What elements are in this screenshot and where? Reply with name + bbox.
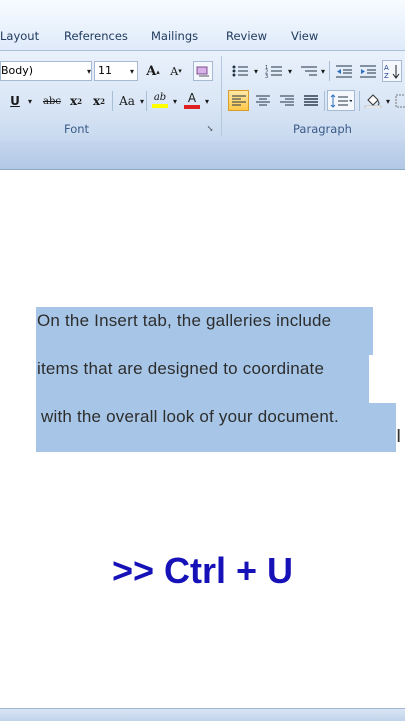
align-left-button[interactable]	[228, 90, 249, 111]
font-color-label: A	[187, 90, 197, 105]
separator	[324, 91, 325, 111]
sort-button[interactable]: AZ	[382, 60, 402, 82]
separator	[329, 61, 330, 81]
change-case-label: Aa	[119, 94, 135, 108]
font-name-value: Body)	[1, 64, 34, 77]
borders-icon	[395, 94, 405, 108]
separator	[359, 91, 360, 111]
svg-text:Z: Z	[384, 72, 389, 79]
clear-formatting-button[interactable]	[193, 61, 213, 81]
grow-font-button[interactable]: A ▴	[143, 61, 163, 81]
text-cursor-icon: I	[396, 426, 402, 447]
tab-layout[interactable]: Layout	[0, 29, 39, 43]
font-size-dropdown-icon[interactable]: ▾	[127, 61, 137, 81]
superscript-button[interactable]: x2	[91, 91, 107, 111]
font-group-label: Font	[64, 122, 90, 136]
superscript-label: x	[92, 94, 101, 108]
separator	[146, 91, 147, 111]
multilevel-dropdown-icon[interactable]: ▾	[319, 61, 327, 81]
change-case-dropdown-icon[interactable]: ▾	[138, 91, 146, 111]
highlight-label: ab	[153, 92, 167, 103]
sort-az-icon: AZ	[384, 64, 400, 79]
paragraph-group-label: Paragraph	[293, 122, 352, 136]
multilevel-list-icon	[301, 66, 317, 76]
document-line[interactable]: items that are designed to coordinate	[37, 359, 324, 379]
underline-label: U	[10, 94, 20, 108]
ruler-strip	[0, 141, 405, 170]
status-bar	[0, 708, 405, 721]
line-spacing-button[interactable]	[327, 90, 355, 111]
align-right-icon	[279, 95, 294, 106]
justify-icon	[303, 95, 318, 106]
increase-indent-button[interactable]	[357, 61, 379, 81]
numbering-dropdown-icon[interactable]: ▾	[286, 61, 294, 81]
grow-font-label: A	[146, 63, 157, 79]
shortcut-caption: >> Ctrl + U	[111, 550, 294, 591]
highlight-color-swatch	[152, 104, 168, 108]
font-name-dropdown-icon[interactable]: ▾	[84, 61, 94, 81]
line-spacing-icon	[330, 93, 352, 108]
font-color-button[interactable]: A	[182, 90, 202, 110]
tab-references[interactable]: References	[64, 29, 128, 43]
bullet-list-icon	[232, 65, 248, 77]
bullets-dropdown-icon[interactable]: ▾	[252, 61, 260, 81]
align-center-icon	[255, 95, 270, 106]
decrease-indent-icon	[336, 65, 352, 78]
font-color-dropdown-icon[interactable]: ▾	[203, 91, 211, 111]
ribbon-tab-bar: Layout References Mailings Review View	[0, 0, 405, 50]
multilevel-list-button[interactable]	[298, 61, 320, 81]
underline-dropdown-icon[interactable]: ▾	[25, 91, 35, 111]
decrease-indent-button[interactable]	[333, 61, 355, 81]
borders-button[interactable]	[395, 91, 405, 111]
bullets-button[interactable]	[229, 61, 251, 81]
align-right-button[interactable]	[276, 91, 297, 111]
document-page[interactable]: On the Insert tab, the galleries include…	[0, 170, 405, 710]
tab-view[interactable]: View	[291, 29, 318, 43]
strikethrough-button[interactable]: abc	[39, 91, 65, 111]
tab-mailings[interactable]: Mailings	[151, 29, 198, 43]
font-name-box[interactable]: Body)	[0, 61, 92, 81]
increase-indent-icon	[360, 65, 376, 78]
separator	[112, 91, 113, 111]
align-left-icon	[231, 95, 246, 105]
shading-dropdown-icon[interactable]: ▾	[384, 91, 392, 111]
document-line[interactable]: On the Insert tab, the galleries include	[37, 311, 331, 331]
font-size-value: 11	[98, 64, 112, 77]
shrink-font-label: A	[170, 64, 179, 78]
numbered-list-icon: 123	[265, 65, 282, 78]
subscript-label: x	[69, 94, 78, 108]
group-divider	[221, 56, 222, 136]
shading-button[interactable]	[363, 90, 383, 110]
highlight-button[interactable]: ab	[150, 90, 170, 110]
change-case-button[interactable]: Aa	[116, 91, 138, 111]
highlight-dropdown-icon[interactable]: ▾	[171, 91, 179, 111]
svg-text:A: A	[384, 64, 389, 72]
font-dialog-launcher-icon[interactable]: ↘	[204, 122, 216, 134]
shrink-font-button[interactable]: A ▾	[166, 61, 186, 81]
svg-text:3: 3	[265, 74, 268, 78]
font-color-swatch	[184, 104, 200, 109]
justify-button[interactable]	[300, 91, 321, 111]
strikethrough-label: abc	[43, 95, 61, 107]
tab-review[interactable]: Review	[226, 29, 267, 43]
document-line[interactable]: with the overall look of your document.	[41, 407, 339, 427]
paint-bucket-icon	[364, 94, 382, 108]
align-center-button[interactable]	[252, 91, 273, 111]
subscript-button[interactable]: x2	[68, 91, 84, 111]
numbering-button[interactable]: 123	[263, 61, 285, 81]
eraser-icon	[196, 66, 209, 77]
underline-button[interactable]: U	[8, 91, 22, 111]
